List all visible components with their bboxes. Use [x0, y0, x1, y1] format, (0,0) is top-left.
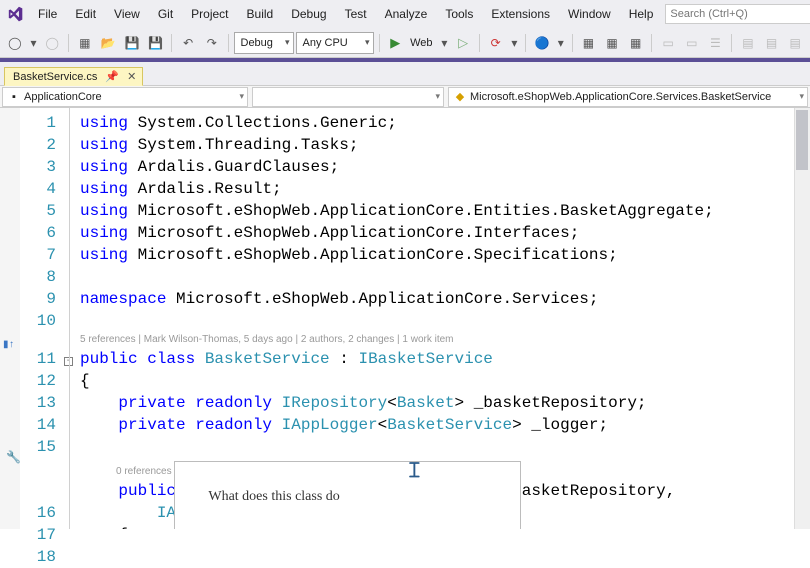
nav-scope-dropdown[interactable] — [252, 87, 444, 107]
tb-uncomment-button[interactable]: ▤ — [761, 32, 783, 54]
tb-bookmark-button[interactable]: ▤ — [784, 32, 806, 54]
menu-edit[interactable]: Edit — [67, 4, 104, 24]
text-cursor-icon: 𝙸 — [407, 459, 423, 481]
copilot-ask-input[interactable]: What does this class do 𝙸 — [174, 461, 521, 529]
hot-reload-button[interactable]: ⟳ — [485, 32, 507, 54]
scrollbar-thumb[interactable] — [796, 110, 808, 170]
tb-misc-5[interactable]: ▭ — [681, 32, 703, 54]
menu-window[interactable]: Window — [560, 4, 619, 24]
start-debug-button[interactable]: ▶ — [384, 32, 406, 54]
nav-back-button[interactable]: ◯ — [4, 32, 26, 54]
browser-link-drop-icon[interactable]: ▾ — [555, 32, 567, 54]
standard-toolbar: ◯ ▾ ◯ ▦ 📂 💾 💾 ↶ ↷ Debug Any CPU ▶ Web ▾ … — [0, 28, 810, 58]
code-editor[interactable]: ▮↑ 🔧 123 456 789 10 111213 1415 161718 -… — [0, 108, 810, 529]
class-icon: ◆ — [453, 90, 467, 103]
menu-help[interactable]: Help — [621, 4, 662, 24]
document-tab-well: BasketService.cs 📌 ✕ — [0, 62, 810, 86]
copilot-prompt-text: What does this class do — [208, 489, 339, 504]
nav-back-drop-icon[interactable]: ▾ — [28, 32, 40, 54]
menu-extensions[interactable]: Extensions — [483, 4, 558, 24]
nav-project-text: ApplicationCore — [24, 91, 102, 103]
close-icon[interactable]: ✕ — [127, 70, 136, 83]
vertical-scrollbar[interactable] — [794, 108, 810, 529]
save-button[interactable]: 💾 — [121, 32, 143, 54]
tb-misc-4[interactable]: ▭ — [657, 32, 679, 54]
tb-misc-2[interactable]: ▦ — [601, 32, 623, 54]
menu-git[interactable]: Git — [150, 4, 181, 24]
line-number-margin: 123 456 789 10 111213 1415 161718 — [20, 108, 64, 529]
nav-member-dropdown[interactable]: ◆ Microsoft.eShopWeb.ApplicationCore.Ser… — [448, 87, 808, 107]
menu-build[interactable]: Build — [239, 4, 282, 24]
tab-title: BasketService.cs — [13, 71, 97, 83]
solution-config-dropdown[interactable]: Debug — [234, 32, 294, 54]
menu-debug[interactable]: Debug — [283, 4, 334, 24]
hot-reload-drop-icon[interactable]: ▾ — [508, 32, 520, 54]
new-project-button[interactable]: ▦ — [74, 32, 96, 54]
redo-button[interactable]: ↷ — [201, 32, 223, 54]
track-changes-icon: ▮↑ — [3, 335, 15, 357]
browser-link-button[interactable]: 🔵 — [531, 32, 553, 54]
menu-tools[interactable]: Tools — [437, 4, 481, 24]
save-all-button[interactable]: 💾 — [145, 32, 167, 54]
pin-icon[interactable]: 📌 — [105, 70, 119, 83]
screwdriver-icon[interactable]: 🔧 — [6, 447, 21, 469]
menu-analyze[interactable]: Analyze — [377, 4, 436, 24]
menu-bar: File Edit View Git Project Build Debug T… — [0, 0, 810, 28]
csharp-project-icon: ▪ — [7, 91, 21, 103]
open-file-button[interactable]: 📂 — [98, 32, 120, 54]
solution-platform-dropdown[interactable]: Any CPU — [296, 32, 374, 54]
menu-file[interactable]: File — [30, 4, 65, 24]
indicator-margin[interactable]: ▮↑ 🔧 — [0, 108, 20, 529]
vs-logo-icon — [6, 4, 24, 24]
menu-view[interactable]: View — [106, 4, 148, 24]
tb-comment-button[interactable]: ▤ — [737, 32, 759, 54]
nav-member-text: Microsoft.eShopWeb.ApplicationCore.Servi… — [470, 91, 771, 103]
undo-button[interactable]: ↶ — [177, 32, 199, 54]
code-area[interactable]: using System.Collections.Generic; using … — [78, 108, 810, 529]
quick-launch-search[interactable] — [665, 4, 810, 24]
tb-misc-3[interactable]: ▦ — [625, 32, 647, 54]
code-nav-bar: ▪ ApplicationCore ◆ Microsoft.eShopWeb.A… — [0, 86, 810, 108]
debug-target-label[interactable]: Web — [408, 37, 436, 49]
tb-misc-1[interactable]: ▦ — [578, 32, 600, 54]
nav-project-dropdown[interactable]: ▪ ApplicationCore — [2, 87, 248, 107]
menu-test[interactable]: Test — [337, 4, 375, 24]
outlining-margin[interactable]: - — [64, 108, 78, 529]
menu-project[interactable]: Project — [183, 4, 236, 24]
nav-fwd-button[interactable]: ◯ — [41, 32, 63, 54]
tb-misc-6[interactable]: ☰ — [705, 32, 727, 54]
codelens-class[interactable]: 5 references | Mark Wilson-Thomas, 5 day… — [80, 332, 810, 348]
start-without-debug-button[interactable]: ▷ — [452, 32, 474, 54]
debug-target-drop-icon[interactable]: ▾ — [439, 32, 451, 54]
document-tab-active[interactable]: BasketService.cs 📌 ✕ — [4, 67, 143, 86]
